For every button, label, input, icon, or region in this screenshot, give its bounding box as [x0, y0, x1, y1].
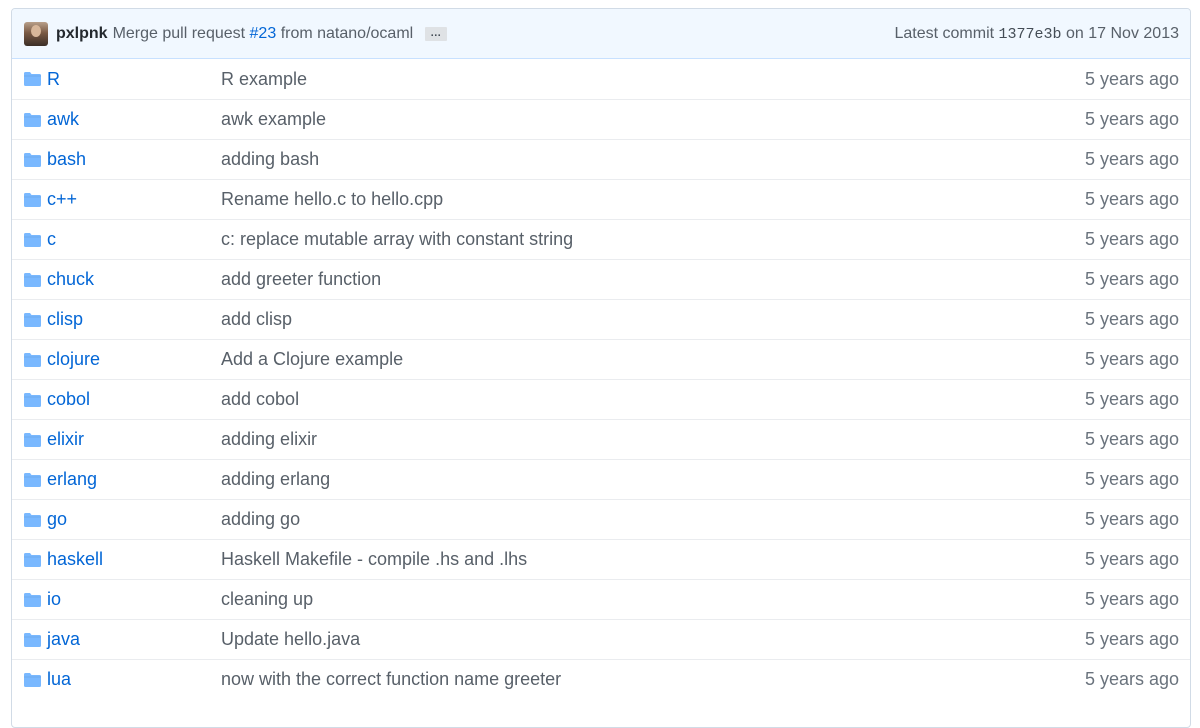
file-commit-message-link[interactable]: Add a Clojure example	[221, 349, 1085, 370]
file-age: 5 years ago	[1084, 229, 1179, 249]
file-commit-message-link[interactable]: add clisp	[221, 309, 1085, 330]
file-age: 5 years ago	[1084, 269, 1179, 289]
folder-icon	[24, 632, 41, 647]
file-age: 5 years ago	[1084, 109, 1179, 129]
file-commit-message-link[interactable]: add greeter function	[221, 269, 1085, 290]
file-row: elixir adding elixir 5 years ago	[12, 419, 1190, 459]
file-name-link[interactable]: haskell	[47, 549, 221, 570]
file-commit-message-link[interactable]: R example	[221, 69, 1085, 90]
file-age: 5 years ago	[1084, 189, 1179, 209]
file-commit-message-link[interactable]: cleaning up	[221, 589, 1085, 610]
file-age: 5 years ago	[1084, 149, 1179, 169]
file-name-link[interactable]: clojure	[47, 349, 221, 370]
file-row: clojure Add a Clojure example 5 years ago	[12, 339, 1190, 379]
file-list: RR example 5 years ago awk awk example 5 yea…	[12, 59, 1190, 699]
file-commit-message-link[interactable]: now with the correct function name greet…	[221, 669, 1085, 690]
file-name-link[interactable]: go	[47, 509, 221, 530]
folder-icon	[24, 552, 41, 567]
folder-icon	[24, 192, 41, 207]
commit-sha-link[interactable]: 1377e3b	[999, 26, 1062, 43]
file-commit-message-link[interactable]: adding erlang	[221, 469, 1085, 490]
file-row: awk awk example 5 years ago	[12, 99, 1190, 139]
commit-date: on 17 Nov 2013	[1066, 24, 1179, 42]
folder-icon	[24, 512, 41, 527]
file-row: cobol add cobol 5 years ago	[12, 379, 1190, 419]
file-name-link[interactable]: cobol	[47, 389, 221, 410]
file-name-link[interactable]: c	[47, 229, 221, 250]
folder-icon	[24, 72, 41, 86]
file-name-link[interactable]: lua	[47, 669, 221, 690]
file-name-link[interactable]: awk	[47, 109, 221, 130]
file-row: RR example 5 years ago	[12, 59, 1190, 99]
folder-icon	[24, 112, 41, 127]
file-row: lua now with the correct function name gr…	[12, 659, 1190, 699]
folder-icon	[24, 312, 41, 327]
file-name-link[interactable]: chuck	[47, 269, 221, 290]
file-name-link[interactable]: c++	[47, 189, 221, 210]
commit-message-prefix[interactable]: Merge pull request	[113, 25, 246, 42]
folder-icon	[24, 592, 41, 607]
file-row: bash adding bash 5 years ago	[12, 139, 1190, 179]
file-name-link[interactable]: R	[47, 69, 221, 90]
file-commit-message-link[interactable]: Update hello.java	[221, 629, 1085, 650]
expand-commit-button[interactable]: …	[425, 26, 448, 41]
commit-message-suffix[interactable]: from natano/ocaml	[281, 25, 414, 42]
avatar[interactable]	[24, 21, 48, 46]
file-row: chuck add greeter function 5 years ago	[12, 259, 1190, 299]
file-row: io cleaning up 5 years ago	[12, 579, 1190, 619]
file-commit-message-link[interactable]: c: replace mutable array with constant s…	[221, 229, 1085, 250]
file-name-link[interactable]: java	[47, 629, 221, 650]
file-age: 5 years ago	[1084, 589, 1179, 609]
file-age: 5 years ago	[1084, 68, 1179, 89]
file-age: 5 years ago	[1084, 389, 1179, 409]
file-age: 5 years ago	[1084, 629, 1179, 649]
file-commit-message-link[interactable]: Haskell Makefile - compile .hs and .lhs	[221, 549, 1085, 570]
folder-icon	[24, 472, 41, 487]
folder-icon	[24, 672, 41, 687]
file-commit-message-link[interactable]: Rename hello.c to hello.cpp	[221, 189, 1085, 210]
file-row: clisp add clisp 5 years ago	[12, 299, 1190, 339]
latest-commit-info: Latest commit 1377e3b on 17 Nov 2013	[895, 25, 1180, 43]
file-age: 5 years ago	[1084, 669, 1179, 689]
latest-commit-label: Latest commit	[894, 24, 995, 42]
folder-icon	[24, 392, 41, 407]
file-commit-message-link[interactable]: adding go	[221, 509, 1085, 530]
folder-icon	[24, 432, 41, 447]
file-row: java Update hello.java 5 years ago	[12, 619, 1190, 659]
folder-icon	[24, 272, 41, 287]
file-age: 5 years ago	[1084, 349, 1179, 369]
file-row: haskell Haskell Makefile - compile .hs an…	[12, 539, 1190, 579]
folder-icon	[24, 232, 41, 247]
file-age: 5 years ago	[1084, 429, 1179, 449]
file-name-link[interactable]: clisp	[47, 309, 221, 330]
file-row: c++ Rename hello.c to hello.cpp 5 years ag…	[12, 179, 1190, 219]
file-age: 5 years ago	[1084, 549, 1179, 569]
file-commit-message-link[interactable]: add cobol	[221, 389, 1085, 410]
file-name-link[interactable]: erlang	[47, 469, 221, 490]
commit-message[interactable]: Merge pull request #23 from natano/ocaml	[113, 25, 414, 43]
file-age: 5 years ago	[1084, 509, 1179, 529]
commit-author[interactable]: pxlpnk	[56, 25, 108, 43]
file-browser: pxlpnk Merge pull request #23 from natan…	[11, 8, 1191, 728]
file-commit-message-link[interactable]: adding elixir	[221, 429, 1085, 450]
file-row: go adding go 5 years ago	[12, 499, 1190, 539]
folder-icon	[24, 152, 41, 167]
file-name-link[interactable]: bash	[47, 149, 221, 170]
file-age: 5 years ago	[1084, 309, 1179, 329]
pull-request-link[interactable]: #23	[250, 25, 277, 42]
file-name-link[interactable]: io	[47, 589, 221, 610]
file-row: erlang adding erlang 5 years ago	[12, 459, 1190, 499]
file-age: 5 years ago	[1084, 469, 1179, 489]
folder-icon	[24, 352, 41, 367]
file-row: c c: replace mutable array with constant …	[12, 219, 1190, 259]
file-commit-message-link[interactable]: adding bash	[221, 149, 1085, 170]
file-commit-message-link[interactable]: awk example	[221, 109, 1085, 130]
latest-commit-bar: pxlpnk Merge pull request #23 from natan…	[12, 9, 1190, 59]
file-name-link[interactable]: elixir	[47, 429, 221, 450]
